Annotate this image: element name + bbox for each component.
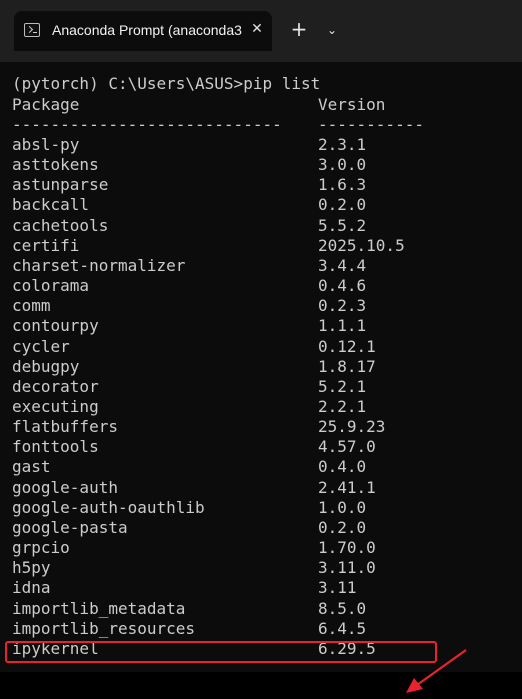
highlight-box — [5, 641, 437, 663]
package-version: 6.4.5 — [318, 618, 367, 638]
package-version: 3.0.0 — [318, 155, 367, 175]
red-arrow-annotation — [406, 649, 467, 693]
package-version: 1.6.3 — [318, 175, 367, 195]
separator-package: ---------------------------- — [12, 115, 282, 134]
header-row: Package Version — [12, 95, 385, 115]
package-version: 3.11.0 — [318, 558, 376, 578]
package-name: cycler — [12, 336, 70, 356]
package-name: grpcio — [12, 538, 70, 557]
package-version: 4.57.0 — [318, 437, 376, 457]
package-name: importlib_resources — [12, 618, 196, 638]
package-name: cachetools — [12, 215, 109, 235]
package-name: astunparse — [12, 175, 109, 195]
package-version: 3.11 — [318, 578, 357, 598]
prompt-line: (pytorch) C:\Users\ASUS>pip list — [12, 74, 321, 93]
chevron-down-icon[interactable]: ⌄ — [320, 19, 344, 41]
package-name: google-pasta — [12, 517, 128, 537]
package-version: 8.5.0 — [318, 598, 367, 618]
package-version: 0.2.3 — [318, 296, 367, 316]
separator-version: ----------- — [318, 115, 424, 134]
close-tab-icon[interactable]: ✕ — [249, 21, 265, 39]
package-name: backcall — [12, 195, 90, 215]
package-name: h5py — [12, 558, 51, 578]
package-name: idna — [12, 578, 51, 598]
package-version: 0.2.0 — [318, 195, 367, 215]
package-name: certifi — [12, 235, 80, 255]
tab-anaconda-prompt[interactable]: Anaconda Prompt (anaconda3 ✕ — [14, 11, 272, 51]
package-version: 0.4.6 — [318, 276, 367, 295]
package-version: 3.4.4 — [318, 255, 367, 275]
package-version: 1.1.1 — [318, 316, 367, 336]
package-version: 5.5.2 — [318, 215, 367, 235]
package-version: 5.2.1 — [318, 376, 367, 396]
package-name: fonttools — [12, 437, 99, 457]
package-name: contourpy — [12, 316, 99, 336]
package-version: 25.9.23 — [318, 417, 386, 437]
package-name: executing — [12, 396, 99, 416]
package-name: google-auth-oauthlib — [12, 497, 205, 517]
package-version: 2.41.1 — [318, 477, 376, 497]
package-name: debugpy — [12, 356, 80, 376]
package-name: flatbuffers — [12, 417, 118, 437]
tab-title: Anaconda Prompt (anaconda3 — [52, 22, 242, 38]
package-name: decorator — [12, 376, 99, 396]
separator-row: ---------------------------- ----------- — [12, 115, 424, 135]
package-version: 0.12.1 — [318, 336, 376, 356]
header-package: Package — [12, 95, 80, 114]
package-name: colorama — [12, 276, 90, 295]
package-name: gast — [12, 457, 51, 477]
package-name: google-auth — [12, 477, 118, 497]
package-version: 2025.10.5 — [318, 235, 405, 255]
terminal-window: Anaconda Prompt (anaconda3 ✕ + ⌄ (pytorc… — [0, 0, 522, 693]
terminal-output[interactable]: (pytorch) C:\Users\ASUS>pip list Package… — [0, 62, 522, 693]
package-version: 2.2.1 — [318, 396, 367, 416]
package-name: absl-py — [12, 135, 80, 154]
package-version: 0.2.0 — [318, 517, 367, 537]
package-version: 2.3.1 — [318, 135, 367, 154]
package-version: 1.70.0 — [318, 538, 376, 557]
package-version: 1.8.17 — [318, 356, 376, 376]
new-tab-button[interactable]: + — [285, 17, 313, 43]
package-name: asttokens — [12, 155, 99, 175]
package-name: importlib_metadata — [12, 598, 186, 618]
header-version: Version — [318, 95, 386, 114]
terminal-icon — [24, 23, 40, 37]
package-name: charset-normalizer — [12, 255, 186, 275]
package-name: comm — [12, 296, 51, 316]
title-bar: Anaconda Prompt (anaconda3 ✕ + ⌄ — [0, 0, 522, 62]
package-version: 1.0.0 — [318, 497, 367, 517]
package-version: 0.4.0 — [318, 457, 367, 477]
